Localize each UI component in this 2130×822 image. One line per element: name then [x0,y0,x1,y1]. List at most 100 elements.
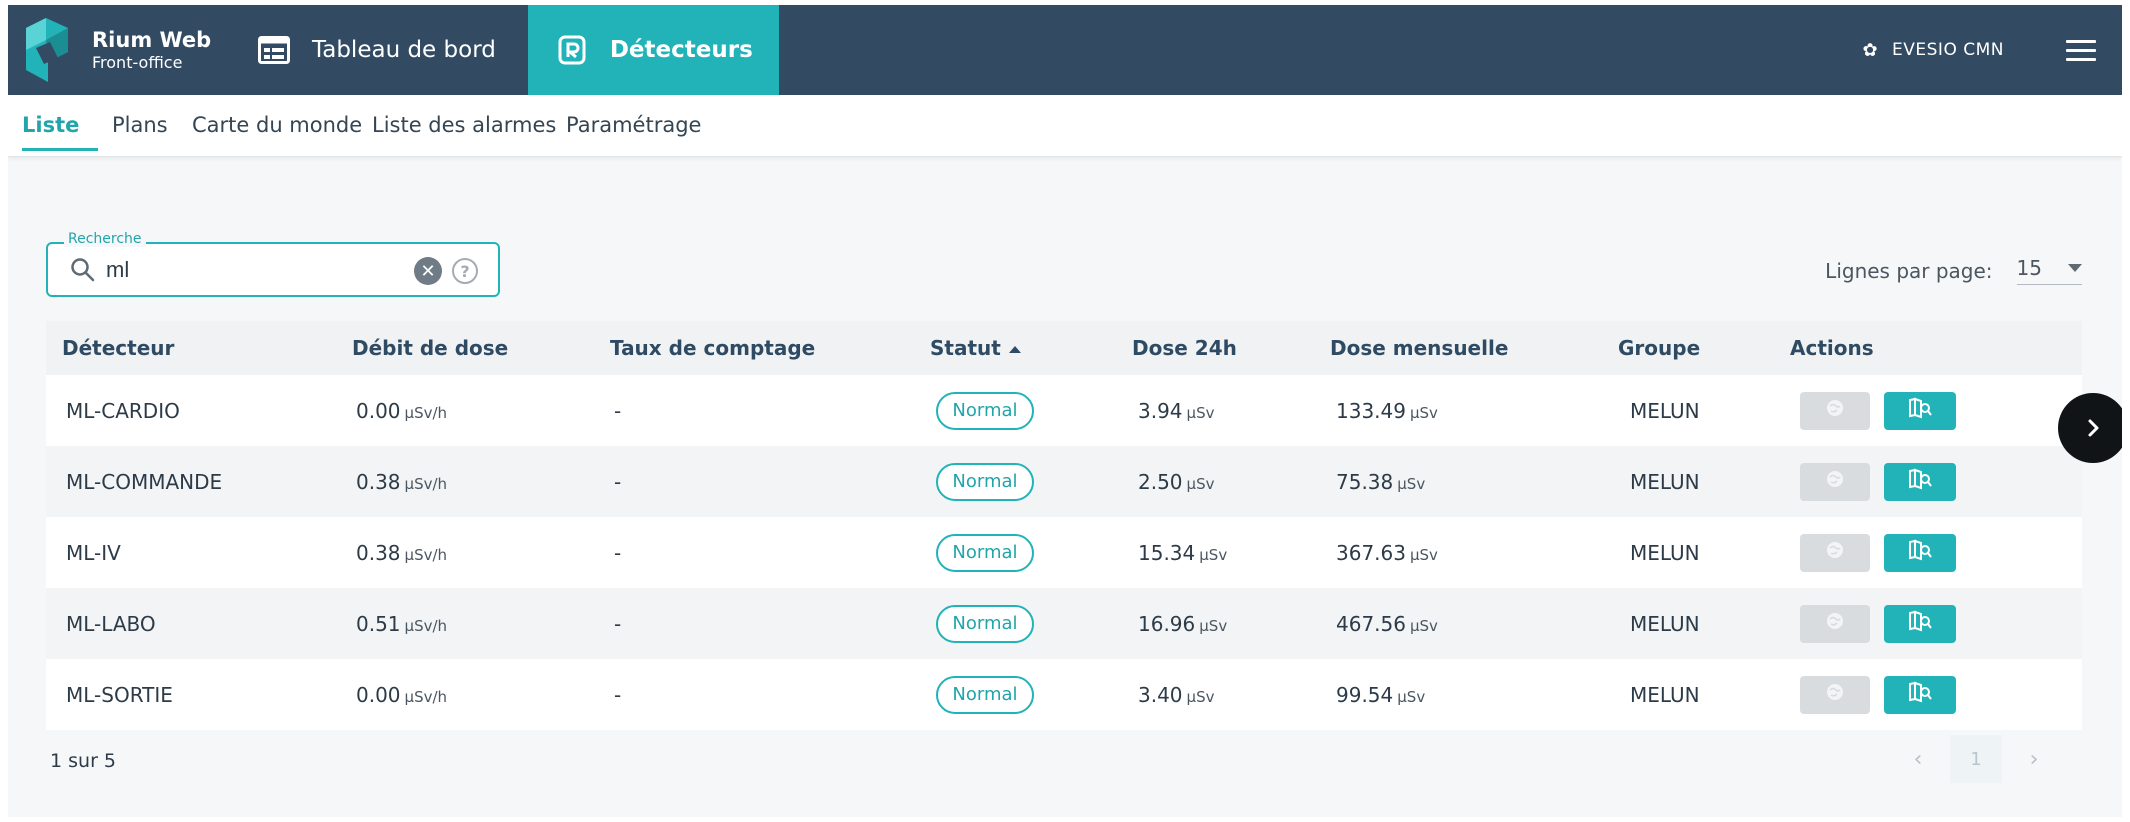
column-header-statut[interactable]: Statut [930,336,1021,360]
status-badge: Normal [936,533,1034,572]
tab-parametrage[interactable]: Paramétrage [566,113,701,137]
column-header-groupe[interactable]: Groupe [1618,336,1700,360]
cell-dose-24h: 3.94 µSv [1138,399,1214,423]
detectors-table: Détecteur Débit de dose Taux de comptage… [46,321,2082,730]
cell-dose-24h: 2.50 µSv [1138,470,1214,494]
plan-view-button[interactable] [1884,604,1956,643]
table-row[interactable]: ML-CARDIO 0.00 µSv/h - Normal 3.94 µSv 133.49 µS… [46,375,2082,446]
cell-count-rate: - [614,540,622,565]
organization-selector[interactable]: ✿ EVESIO CMN [1862,5,2004,95]
tab-plans[interactable]: Plans [112,113,168,137]
cell-dose-rate: 0.51 µSv/h [356,612,447,636]
cell-status: Normal [936,604,1034,643]
cell-detector: ML-SORTIE [66,682,173,707]
top-bar: Rium Web Front-office Tableau de bord Dé… [8,5,2122,95]
plan-view-button[interactable] [1884,462,1956,501]
next-slide-button[interactable] [2058,393,2122,463]
table-row[interactable]: ML-LABO 0.51 µSv/h - Normal 16.96 µSv 467.56 µSv… [46,588,2082,659]
dose-month-unit: µSv [1409,545,1438,564]
dose-rate-value: 0.38 [356,469,401,494]
previous-page-icon[interactable]: ‹ [1898,735,1938,783]
dose-month-value: 467.56 [1336,611,1406,636]
hamburger-menu-icon[interactable] [2066,5,2096,95]
app-subtitle: Front-office [92,53,183,72]
dose-rate-unit: µSv/h [404,687,448,706]
cell-group: MELUN [1630,611,1700,636]
globe-icon [1825,540,1845,565]
cell-detector: ML-COMMANDE [66,469,223,494]
dose-month-unit: µSv [1397,474,1426,493]
dose-24h-unit: µSv [1186,403,1215,422]
cell-actions [1800,675,1956,714]
dose-rate-unit: µSv/h [404,474,448,493]
plan-search-icon [1908,681,1932,708]
dose-24h-unit: µSv [1199,616,1228,635]
next-page-icon[interactable]: › [2014,735,2054,783]
organization-name: EVESIO CMN [1892,40,2004,60]
dose-24h-value: 16.96 [1138,611,1196,636]
dose-rate-value: 0.00 [356,682,401,707]
cell-dose-24h: 16.96 µSv [1138,612,1227,636]
plan-view-button[interactable] [1884,533,1956,572]
cell-dose-rate: 0.00 µSv/h [356,683,447,707]
dose-month-value: 99.54 [1336,682,1394,707]
table-header: Détecteur Débit de dose Taux de comptage… [46,321,2082,375]
dose-24h-value: 2.50 [1138,469,1183,494]
table-row[interactable]: ML-IV 0.38 µSv/h - Normal 15.34 µSv 367.63 µSv ME… [46,517,2082,588]
caret-down-icon [2068,264,2082,272]
world-map-button[interactable] [1800,604,1870,643]
rium-logo-icon [22,18,72,82]
brand[interactable]: Rium Web Front-office [8,5,238,95]
cell-actions [1800,604,1956,643]
column-header-debit-de-dose[interactable]: Débit de dose [352,336,508,360]
world-map-button[interactable] [1800,462,1870,501]
cell-group: MELUN [1630,682,1700,707]
world-map-button[interactable] [1800,533,1870,572]
table-row[interactable]: ML-COMMANDE 0.38 µSv/h - Normal 2.50 µSv 75.38 µ… [46,446,2082,517]
world-map-button[interactable] [1800,391,1870,430]
cell-dose-24h: 3.40 µSv [1138,683,1214,707]
cell-detector: ML-IV [66,540,121,565]
dose-month-value: 367.63 [1336,540,1406,565]
plan-view-button[interactable] [1884,391,1956,430]
dose-rate-unit: µSv/h [404,545,448,564]
tab-liste-des-alarmes[interactable]: Liste des alarmes [372,113,556,137]
search-input[interactable] [106,255,406,285]
dashboard-icon [258,36,290,64]
cell-count-rate: - [614,611,622,636]
plan-search-icon [1908,468,1932,495]
sort-ascending-icon [1008,346,1021,353]
globe-icon [1825,611,1845,636]
cell-dose-24h: 15.34 µSv [1138,541,1227,565]
dose-24h-unit: µSv [1186,687,1215,706]
status-badge: Normal [936,604,1034,643]
column-header-dose-24h[interactable]: Dose 24h [1132,336,1237,360]
cell-actions [1800,533,1956,572]
rows-per-page-select[interactable]: 15 [2016,256,2082,285]
nav-tableau-de-bord[interactable]: Tableau de bord [238,5,528,95]
search-box[interactable]: Recherche ✕ ? [46,231,500,297]
search-legend: Recherche [64,231,146,247]
world-map-button[interactable] [1800,675,1870,714]
plan-view-button[interactable] [1884,675,1956,714]
tab-carte-du-monde[interactable]: Carte du monde [192,113,362,137]
column-header-detecteur[interactable]: Détecteur [62,336,174,360]
globe-icon [1825,682,1845,707]
column-header-taux-de-comptage[interactable]: Taux de comptage [610,336,815,360]
cell-dose-month: 99.54 µSv [1336,683,1425,707]
dose-month-value: 133.49 [1336,398,1406,423]
help-icon[interactable]: ? [452,258,478,284]
status-badge: Normal [936,675,1034,714]
clear-search-icon[interactable]: ✕ [414,257,442,285]
column-header-dose-mensuelle[interactable]: Dose mensuelle [1330,336,1508,360]
status-badge: Normal [936,462,1034,501]
current-page[interactable]: 1 [1950,735,2002,783]
dose-month-unit: µSv [1409,403,1438,422]
dose-24h-unit: µSv [1199,545,1228,564]
cell-count-rate: - [614,682,622,707]
table-body: ML-CARDIO 0.00 µSv/h - Normal 3.94 µSv 133.49 µS… [46,375,2082,730]
table-row[interactable]: ML-SORTIE 0.00 µSv/h - Normal 3.40 µSv 99.54 µSv… [46,659,2082,730]
tab-liste[interactable]: Liste [22,113,79,137]
plan-search-icon [1908,397,1932,424]
nav-detecteurs[interactable]: Détecteurs [527,5,779,95]
